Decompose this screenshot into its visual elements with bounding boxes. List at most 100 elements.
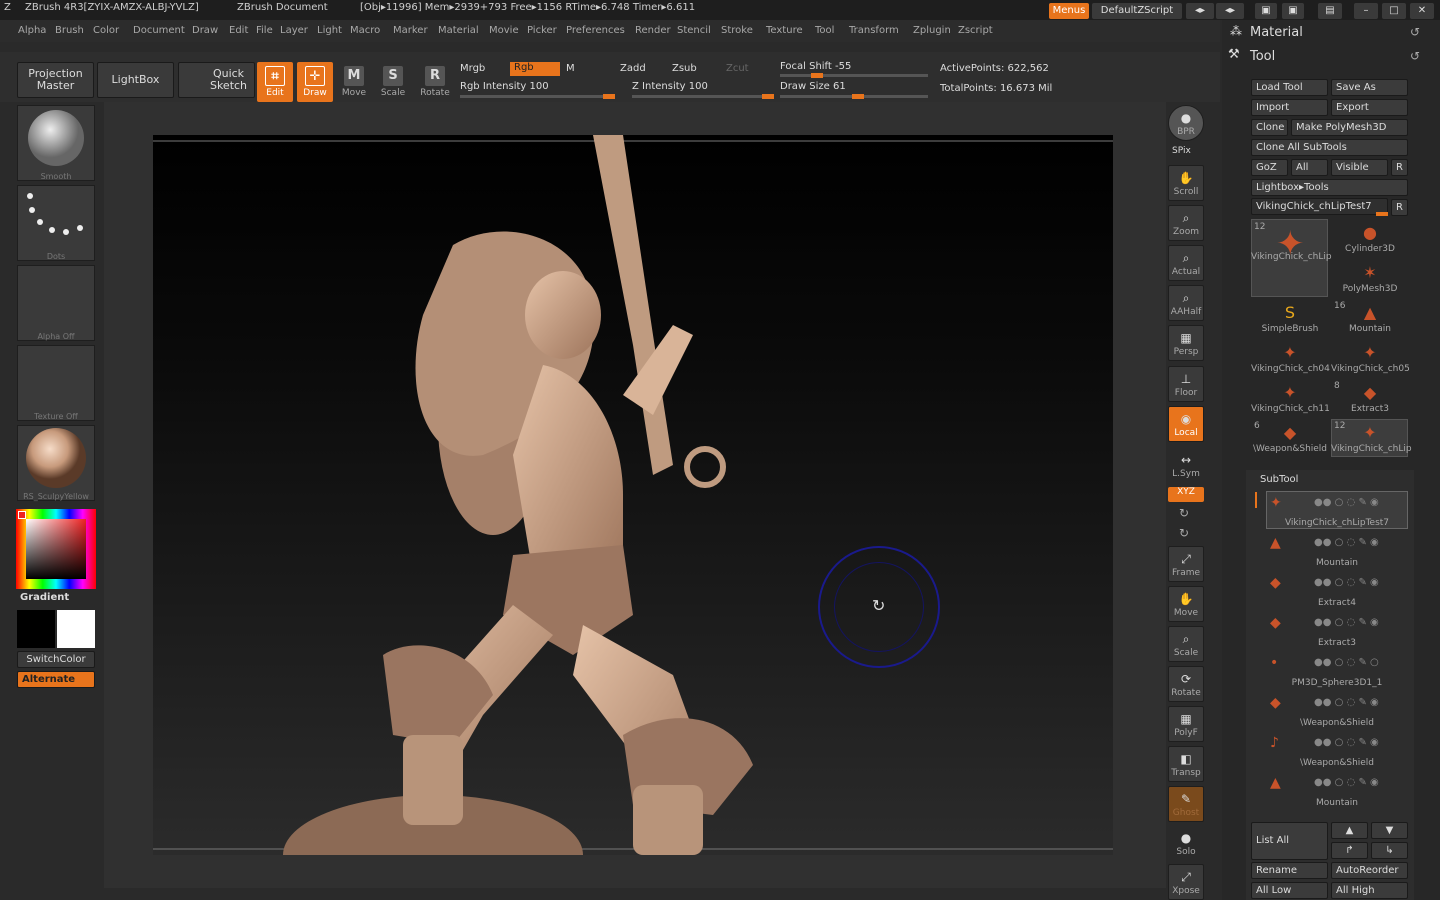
- stroke-selector[interactable]: Dots: [17, 185, 95, 261]
- material-selector[interactable]: RS_SculpyYellow: [17, 425, 95, 501]
- subtool-row[interactable]: ◆ ●● ○ ◌ ✎ ◉ Extract3: [1266, 611, 1408, 649]
- actual-button[interactable]: ⌕ Actual: [1168, 245, 1204, 281]
- aahalf-button[interactable]: ⌕ AAHalf: [1168, 285, 1204, 321]
- lightbox-tools-button[interactable]: Lightbox▸Tools: [1251, 179, 1408, 196]
- visibility-toggles-icon[interactable]: ●● ○ ◌ ✎ ◉: [1314, 697, 1379, 708]
- current-tool-knob[interactable]: [1376, 212, 1388, 216]
- minimize-icon[interactable]: –: [1354, 3, 1378, 19]
- color-square[interactable]: [26, 519, 86, 579]
- switch-color-button[interactable]: SwitchColor: [17, 651, 95, 668]
- goz-r-button[interactable]: R: [1391, 159, 1408, 176]
- scroll-button[interactable]: ✋ Scroll: [1168, 165, 1204, 201]
- tool-reset-icon[interactable]: ↺: [1410, 49, 1420, 63]
- scale-view-button[interactable]: ⌕ Scale: [1168, 626, 1204, 662]
- rotate-mode-button[interactable]: R Rotate: [417, 62, 453, 102]
- select-up-icon[interactable]: ↱: [1331, 842, 1368, 859]
- material-palette-title[interactable]: Material: [1250, 25, 1303, 40]
- rotate-z-icon[interactable]: ↻: [1179, 526, 1189, 540]
- menu-item[interactable]: Material: [438, 25, 479, 36]
- main-color-swatch[interactable]: [57, 610, 95, 648]
- tool-thumb[interactable]: ✦ VikingChick_ch05: [1331, 340, 1410, 378]
- tray-left-icon[interactable]: ◂▸: [1186, 3, 1214, 19]
- lsym-button[interactable]: ↔ L.Sym: [1168, 448, 1204, 479]
- gradient-label[interactable]: Gradient: [20, 592, 69, 603]
- ghost-button[interactable]: ✎ Ghost: [1168, 786, 1204, 822]
- clone-all-subtools-button[interactable]: Clone All SubTools: [1251, 139, 1408, 156]
- subtool-row[interactable]: ▲ ●● ○ ◌ ✎ ◉ Mountain: [1266, 771, 1408, 809]
- menu-item[interactable]: Alpha: [18, 25, 46, 36]
- visibility-toggles-icon[interactable]: ●● ○ ◌ ✎ ○: [1314, 657, 1379, 668]
- move-mode-button[interactable]: M Move: [336, 62, 372, 102]
- menu-item[interactable]: Render: [635, 25, 671, 36]
- zsub-button[interactable]: Zsub: [672, 63, 697, 74]
- maximize-icon[interactable]: □: [1382, 3, 1406, 19]
- menu-item[interactable]: Edit: [229, 25, 248, 36]
- tool-thumb[interactable]: ✦ VikingChick_ch04: [1251, 340, 1330, 378]
- subtool-row[interactable]: • ●● ○ ◌ ✎ ○ PM3D_Sphere3D1_1: [1266, 651, 1408, 689]
- make-polymesh-button[interactable]: Make PolyMesh3D: [1291, 119, 1408, 136]
- menu-item[interactable]: Picker: [527, 25, 557, 36]
- menu-item[interactable]: Document: [133, 25, 185, 36]
- lock-icon[interactable]: ▤: [1318, 3, 1342, 19]
- brush-selector[interactable]: Smooth: [17, 105, 95, 181]
- subtool-row[interactable]: ◆ ●● ○ ◌ ✎ ◉ \Weapon&Shield: [1266, 691, 1408, 729]
- draw-size-track[interactable]: [780, 94, 928, 99]
- move-up-icon[interactable]: ▲: [1331, 822, 1368, 839]
- z-intensity-knob[interactable]: [762, 94, 774, 99]
- menu-item[interactable]: Stroke: [721, 25, 753, 36]
- tool-thumb[interactable]: ✦ VikingChick_ch11: [1251, 380, 1330, 418]
- all-high-button[interactable]: All High: [1331, 882, 1408, 899]
- menu-item[interactable]: Zplugin: [913, 25, 951, 36]
- menus-button[interactable]: Menus: [1049, 3, 1089, 19]
- menu-item[interactable]: File: [256, 25, 273, 36]
- draw-mode-button[interactable]: ✛ Draw: [297, 62, 333, 102]
- rgb-intensity-knob[interactable]: [603, 94, 615, 99]
- local-button[interactable]: ◉ Local: [1168, 406, 1204, 442]
- frame-button[interactable]: ⤢ Frame: [1168, 546, 1204, 582]
- move-view-button[interactable]: ✋ Move: [1168, 586, 1204, 622]
- layout2-icon[interactable]: ▣: [1282, 3, 1304, 19]
- select-down-icon[interactable]: ↳: [1371, 842, 1408, 859]
- export-button[interactable]: Export: [1331, 99, 1408, 116]
- visibility-toggles-icon[interactable]: ●● ○ ◌ ✎ ◉: [1314, 617, 1379, 628]
- visibility-toggles-icon[interactable]: ●● ○ ◌ ✎ ◉: [1314, 577, 1379, 588]
- menu-item[interactable]: Macro: [350, 25, 380, 36]
- script-button[interactable]: DefaultZScript: [1092, 3, 1182, 19]
- goz-visible-button[interactable]: Visible: [1331, 159, 1388, 176]
- rename-button[interactable]: Rename: [1251, 862, 1328, 879]
- visibility-toggles-icon[interactable]: ●● ○ ◌ ✎ ◉: [1314, 537, 1379, 548]
- menu-item[interactable]: Zscript: [958, 25, 993, 36]
- menu-item[interactable]: Texture: [766, 25, 803, 36]
- tool-thumb[interactable]: ◆ Extract3: [1331, 380, 1409, 418]
- focal-shift-track[interactable]: [780, 73, 928, 78]
- z-intensity-slider[interactable]: Z Intensity 100: [632, 81, 708, 92]
- tool-thumb[interactable]: ● Cylinder3D: [1331, 220, 1409, 258]
- rgb-intensity-slider[interactable]: Rgb Intensity 100: [460, 81, 549, 92]
- all-low-button[interactable]: All Low: [1251, 882, 1328, 899]
- xyz-button[interactable]: XYZ: [1168, 487, 1204, 502]
- color-picker[interactable]: [16, 509, 96, 589]
- list-all-button[interactable]: List All: [1251, 822, 1328, 860]
- focal-shift-slider[interactable]: Focal Shift -55: [780, 61, 851, 72]
- load-tool-button[interactable]: Load Tool: [1251, 79, 1328, 96]
- subtool-title[interactable]: SubTool: [1260, 474, 1298, 485]
- zadd-button[interactable]: Zadd: [620, 63, 646, 74]
- menu-item[interactable]: Light: [317, 25, 342, 36]
- menu-item[interactable]: Preferences: [566, 25, 625, 36]
- alpha-selector[interactable]: Alpha Off: [17, 265, 95, 341]
- projection-master-button[interactable]: Projection Master: [17, 62, 94, 98]
- draw-size-knob[interactable]: [851, 94, 864, 99]
- z-intensity-track[interactable]: [632, 94, 774, 99]
- rgb-intensity-track[interactable]: [460, 94, 615, 99]
- edit-mode-button[interactable]: ⌗ Edit: [257, 62, 293, 102]
- menu-item[interactable]: Stencil: [677, 25, 711, 36]
- persp-button[interactable]: ▦ Persp: [1168, 325, 1204, 361]
- mrgb-button[interactable]: Mrgb: [460, 63, 485, 74]
- bpr-button[interactable]: ● BPR: [1168, 105, 1204, 141]
- polyf-button[interactable]: ▦ PolyF: [1168, 706, 1204, 742]
- subtool-row[interactable]: ✦ ●● ○ ◌ ✎ ◉ VikingChick_chLipTest7: [1266, 491, 1408, 529]
- tray-right-icon[interactable]: ◂▸: [1216, 3, 1244, 19]
- menu-item[interactable]: Draw: [192, 25, 218, 36]
- current-tool-slider[interactable]: VikingChick_chLipTest7: [1251, 198, 1388, 215]
- subtool-scroll-marker[interactable]: [1255, 492, 1257, 508]
